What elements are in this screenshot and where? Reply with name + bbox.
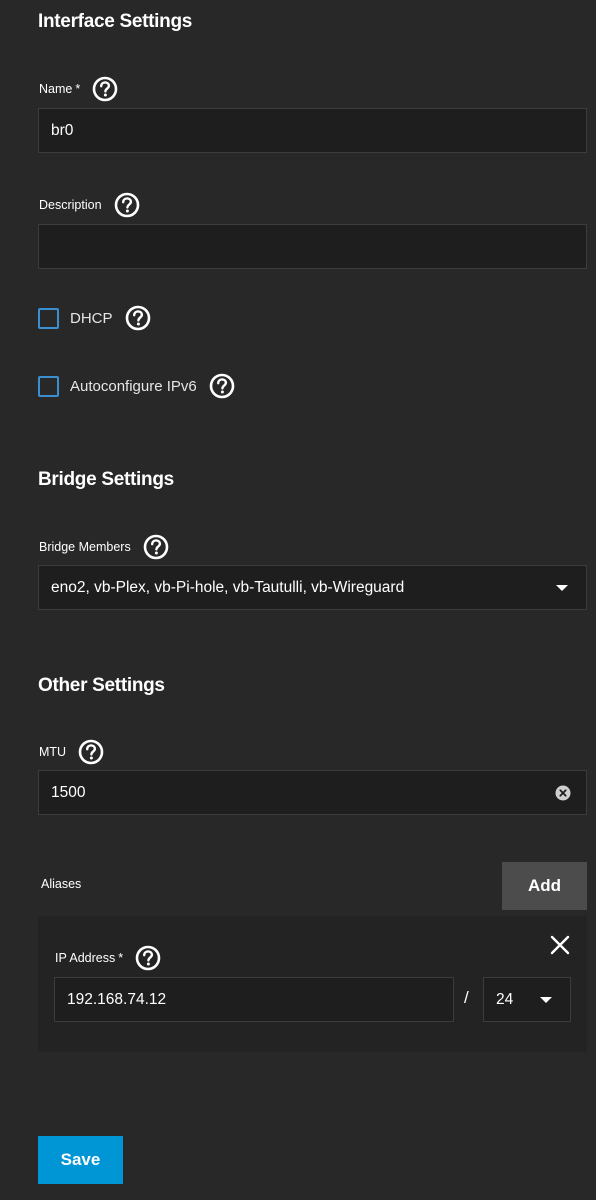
bridge-settings-heading: Bridge Settings bbox=[38, 469, 174, 490]
ip-address-label-text: IP Address bbox=[55, 951, 116, 965]
help-icon[interactable] bbox=[114, 192, 140, 218]
dhcp-checkbox-row: DHCP bbox=[38, 305, 151, 331]
help-icon[interactable] bbox=[78, 739, 104, 765]
dhcp-checkbox[interactable] bbox=[38, 307, 59, 329]
netmask-select[interactable]: 24 bbox=[483, 977, 571, 1022]
help-icon[interactable] bbox=[209, 373, 235, 399]
help-icon[interactable] bbox=[135, 945, 161, 971]
mtu-label: MTU bbox=[39, 739, 104, 765]
mtu-label-text: MTU bbox=[39, 745, 67, 759]
ipv6-label: Autoconfigure IPv6 bbox=[70, 377, 197, 395]
bridge-members-value: eno2, vb-Plex, vb-Pi-hole, vb-Tautulli, … bbox=[51, 578, 405, 596]
description-label-text: Description bbox=[39, 198, 102, 212]
ip-required-mark: * bbox=[118, 951, 124, 965]
caret-down-icon bbox=[540, 996, 552, 1003]
name-input[interactable]: br0 bbox=[38, 108, 587, 153]
ipv6-checkbox[interactable] bbox=[38, 375, 59, 397]
netmask-value: 24 bbox=[496, 990, 514, 1008]
name-input-value: br0 bbox=[51, 121, 74, 139]
close-icon[interactable] bbox=[549, 934, 571, 956]
netmask-separator: / bbox=[464, 988, 469, 1007]
ip-address-label: IP Address * bbox=[55, 945, 161, 971]
add-alias-button[interactable]: Add bbox=[502, 862, 587, 910]
description-input[interactable] bbox=[38, 224, 587, 269]
dhcp-label: DHCP bbox=[70, 309, 113, 327]
mtu-input-value: 1500 bbox=[51, 783, 86, 801]
help-icon[interactable] bbox=[125, 305, 151, 331]
save-button[interactable]: Save bbox=[38, 1136, 123, 1184]
interface-form: Interface Settings Name * br0 Descriptio… bbox=[0, 0, 596, 1200]
name-required-mark: * bbox=[75, 82, 81, 96]
help-icon[interactable] bbox=[92, 76, 118, 102]
bridge-members-label-text: Bridge Members bbox=[39, 540, 131, 554]
ipv6-checkbox-row: Autoconfigure IPv6 bbox=[38, 373, 235, 399]
aliases-label: Aliases bbox=[41, 877, 82, 891]
name-label: Name * bbox=[39, 76, 118, 102]
bridge-members-select[interactable]: eno2, vb-Plex, vb-Pi-hole, vb-Tautulli, … bbox=[38, 565, 587, 610]
interface-settings-heading: Interface Settings bbox=[38, 11, 193, 32]
mtu-input[interactable]: 1500 bbox=[38, 770, 587, 815]
help-icon[interactable] bbox=[143, 534, 169, 560]
other-settings-heading: Other Settings bbox=[38, 675, 165, 696]
clear-icon[interactable] bbox=[555, 785, 571, 801]
ip-address-value: 192.168.74.12 bbox=[67, 990, 167, 1008]
caret-down-icon bbox=[556, 584, 568, 591]
ip-address-input[interactable]: 192.168.74.12 bbox=[54, 977, 454, 1022]
bridge-members-label: Bridge Members bbox=[39, 534, 169, 560]
name-label-text: Name bbox=[39, 82, 73, 96]
description-label: Description bbox=[39, 192, 140, 218]
